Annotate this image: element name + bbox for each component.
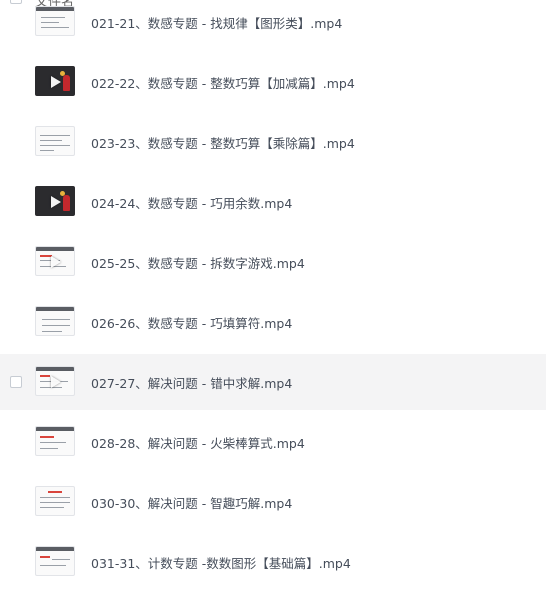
play-icon (51, 76, 61, 88)
file-row[interactable]: 025-25、数感专题 - 拆数字游戏.mp4 (0, 234, 546, 290)
file-name: 031-31、计数专题 -数数图形【基础篇】.mp4 (91, 556, 351, 571)
video-thumbnail-icon (35, 186, 75, 216)
video-thumbnail-icon (35, 246, 75, 276)
file-row[interactable]: 023-23、数感专题 - 整数巧算【乘除篇】.mp4 (0, 114, 546, 170)
video-thumbnail-icon (35, 546, 75, 576)
play-icon (51, 376, 61, 388)
video-thumbnail-icon (35, 366, 75, 396)
video-thumbnail-icon (35, 426, 75, 456)
file-row[interactable]: 026-26、数感专题 - 巧填算符.mp4 (0, 294, 546, 350)
file-name: 023-23、数感专题 - 整数巧算【乘除篇】.mp4 (91, 136, 355, 151)
file-name: 026-26、数感专题 - 巧填算符.mp4 (91, 316, 293, 331)
file-row[interactable]: 024-24、数感专题 - 巧用余数.mp4 (0, 174, 546, 230)
file-name: 022-22、数感专题 - 整数巧算【加减篇】.mp4 (91, 76, 355, 91)
file-row[interactable]: 030-30、解决问题 - 智趣巧解.mp4 (0, 474, 546, 530)
file-row-hovered[interactable]: 027-27、解决问题 - 错中求解.mp4 (0, 354, 546, 410)
file-name: 028-28、解决问题 - 火柴棒算式.mp4 (91, 436, 305, 451)
video-thumbnail-icon (35, 306, 75, 336)
video-thumbnail-icon (35, 66, 75, 96)
file-row[interactable]: 022-22、数感专题 - 整数巧算【加减篇】.mp4 (0, 54, 546, 110)
video-thumbnail-icon (35, 6, 75, 36)
file-name: 030-30、解决问题 - 智趣巧解.mp4 (91, 496, 293, 511)
row-checkbox[interactable] (10, 376, 22, 388)
video-thumbnail-icon (35, 486, 75, 516)
file-row[interactable]: 028-28、解决问题 - 火柴棒算式.mp4 (0, 414, 546, 470)
video-thumbnail-icon (35, 126, 75, 156)
file-name: 024-24、数感专题 - 巧用余数.mp4 (91, 196, 293, 211)
file-name: 025-25、数感专题 - 拆数字游戏.mp4 (91, 256, 305, 271)
file-name: 021-21、数感专题 - 找规律【图形类】.mp4 (91, 16, 343, 31)
play-icon (51, 256, 61, 268)
file-name: 027-27、解决问题 - 错中求解.mp4 (91, 376, 293, 391)
play-icon (51, 196, 61, 208)
file-row[interactable]: 021-21、数感专题 - 找规律【图形类】.mp4 (0, 0, 546, 50)
file-row[interactable]: 031-31、计数专题 -数数图形【基础篇】.mp4 (0, 534, 546, 590)
